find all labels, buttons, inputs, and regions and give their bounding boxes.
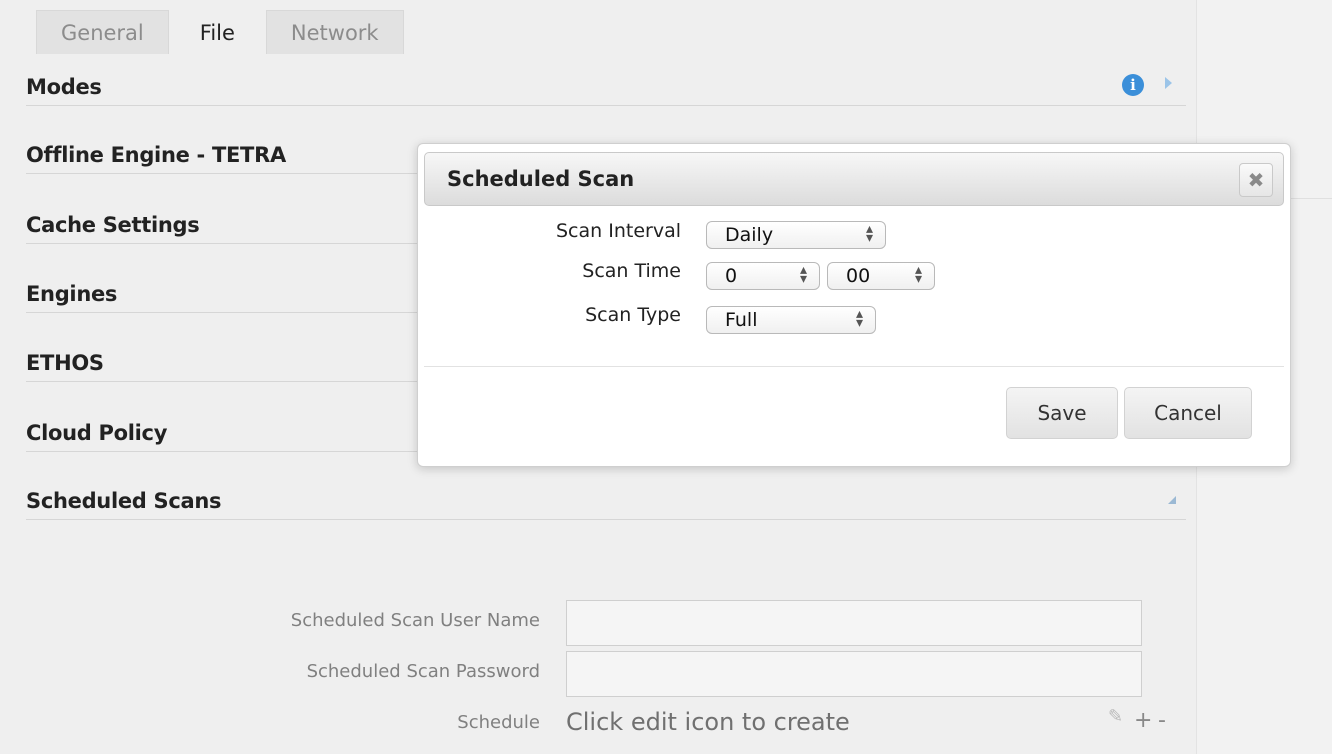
close-icon[interactable]: ✖ xyxy=(1239,163,1273,197)
scheduled-scan-dialog: Scheduled Scan ✖ Scan Interval Daily ▴ ▾ … xyxy=(417,143,1291,467)
scan-type-select[interactable]: Full ▴ ▾ xyxy=(706,306,876,334)
caret-collapse-icon[interactable] xyxy=(1168,496,1176,504)
save-button[interactable]: Save xyxy=(1006,387,1118,439)
select-arrows-icon: ▴ ▾ xyxy=(865,221,873,246)
section-title: Offline Engine - TETRA xyxy=(26,142,286,167)
section-scheduled-scans[interactable]: Scheduled Scans xyxy=(26,482,1186,520)
section-title: Cloud Policy xyxy=(26,420,168,445)
tab-network[interactable]: Network xyxy=(265,10,404,54)
tab-bar: General File Network xyxy=(36,10,410,54)
pencil-icon[interactable]: ✎ xyxy=(1108,706,1130,728)
schedule-value: Click edit icon to create xyxy=(566,708,850,736)
section-title: Cache Settings xyxy=(26,212,200,237)
tab-general[interactable]: General xyxy=(36,10,169,54)
scan-time-hour-select[interactable]: 0 ▴ ▾ xyxy=(706,262,820,290)
user-name-label: Scheduled Scan User Name xyxy=(290,610,540,631)
select-arrows-icon: ▴ ▾ xyxy=(799,262,807,287)
remove-schedule-button[interactable]: - xyxy=(1158,708,1166,733)
scan-time-hour-value: 0 xyxy=(725,265,738,287)
dialog-header: Scheduled Scan ✖ xyxy=(424,152,1284,206)
add-schedule-button[interactable]: + xyxy=(1134,708,1152,733)
scan-interval-value: Daily xyxy=(725,224,774,246)
scan-time-minute-value: 00 xyxy=(846,265,871,287)
scan-type-label: Scan Type xyxy=(585,304,681,326)
scan-interval-select[interactable]: Daily ▴ ▾ xyxy=(706,221,886,249)
info-icon[interactable]: i xyxy=(1122,74,1144,96)
dialog-title: Scheduled Scan xyxy=(447,167,635,191)
select-arrows-icon: ▴ ▾ xyxy=(855,306,863,331)
password-input[interactable] xyxy=(566,651,1142,697)
section-title: Scheduled Scans xyxy=(26,488,222,513)
section-title: Engines xyxy=(26,281,118,306)
select-arrows-icon: ▴ ▾ xyxy=(914,262,922,287)
password-label: Scheduled Scan Password xyxy=(306,661,540,682)
section-title: ETHOS xyxy=(26,350,104,375)
scan-time-minute-select[interactable]: 00 ▴ ▾ xyxy=(827,262,935,290)
schedule-label: Schedule xyxy=(457,712,540,733)
scan-interval-label: Scan Interval xyxy=(556,220,681,242)
scan-time-label: Scan Time xyxy=(582,260,681,282)
user-name-input[interactable] xyxy=(566,600,1142,646)
tab-file[interactable]: File xyxy=(174,10,260,54)
caret-right-icon[interactable] xyxy=(1165,77,1172,89)
section-modes[interactable]: Modes i xyxy=(26,68,1186,106)
dialog-divider xyxy=(424,366,1284,367)
scan-type-value: Full xyxy=(725,309,758,331)
cancel-button[interactable]: Cancel xyxy=(1124,387,1252,439)
section-title: Modes xyxy=(26,74,102,99)
